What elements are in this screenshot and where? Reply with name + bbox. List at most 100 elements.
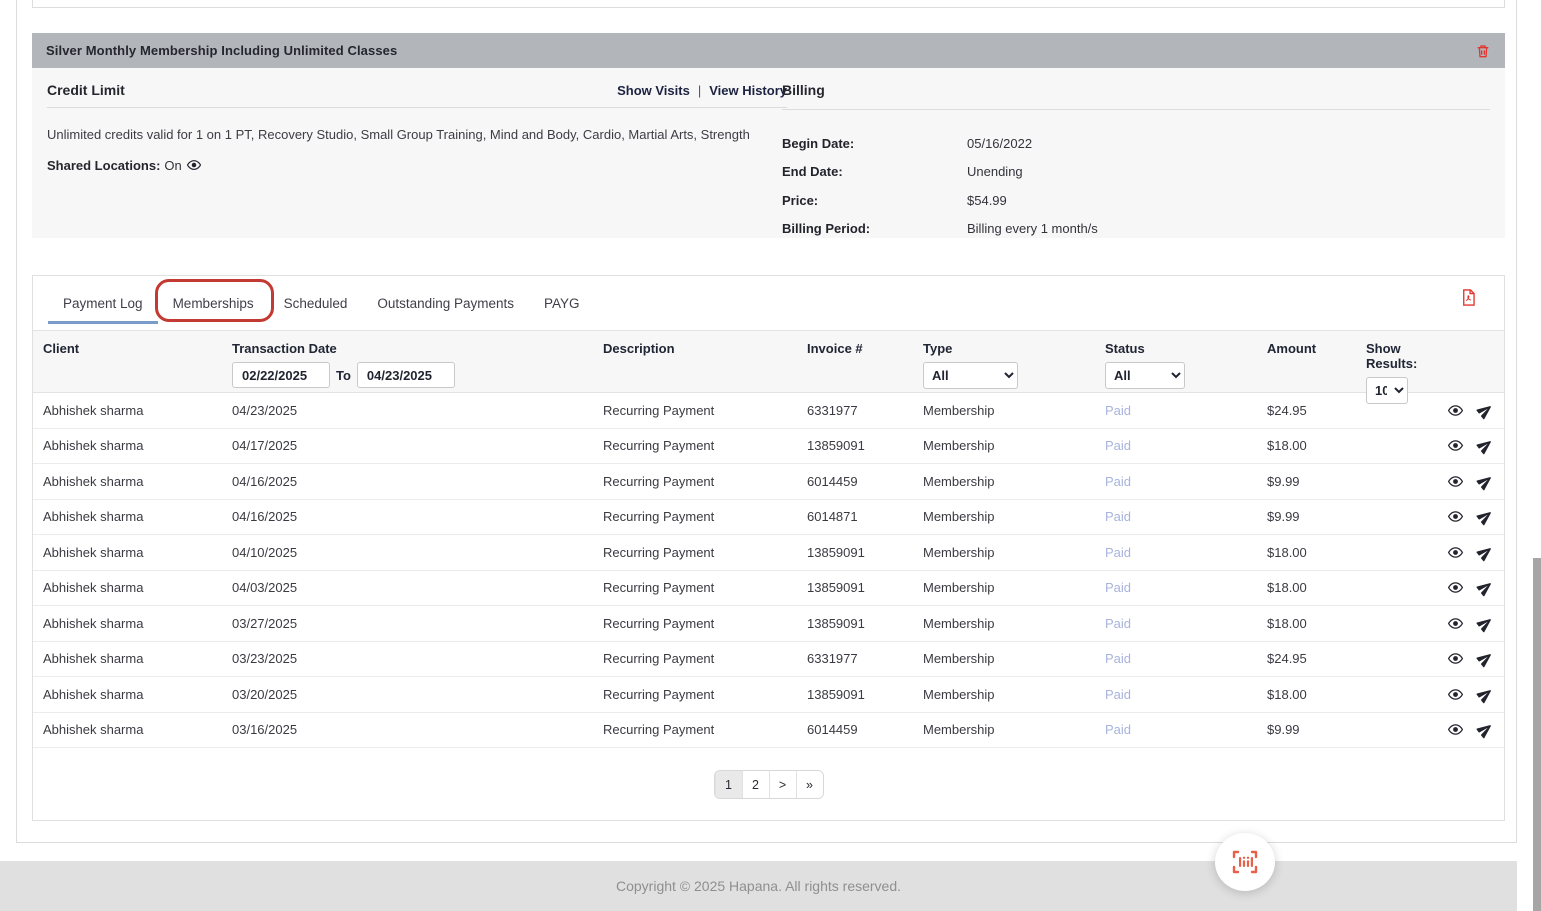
view-payment-eye-icon[interactable] xyxy=(1447,437,1464,454)
column-client: Client xyxy=(43,341,79,356)
view-payment-eye-icon[interactable] xyxy=(1447,650,1464,667)
cell-type: Membership xyxy=(923,438,1105,453)
credit-limit-divider xyxy=(47,107,787,108)
cell-client: Abhishek sharma xyxy=(43,651,232,666)
send-receipt-icon[interactable] xyxy=(1477,615,1494,632)
tab[interactable]: Memberships xyxy=(158,276,269,330)
cell-transaction-date: 04/17/2025 xyxy=(232,438,603,453)
table-row: Abhishek sharma 03/16/2025 Recurring Pay… xyxy=(33,713,1504,749)
cell-client: Abhishek sharma xyxy=(43,687,232,702)
cell-transaction-date: 04/16/2025 xyxy=(232,509,603,524)
table-row: Abhishek sharma 04/10/2025 Recurring Pay… xyxy=(33,535,1504,571)
column-invoice: Invoice # xyxy=(807,341,863,356)
cell-type: Membership xyxy=(923,722,1105,737)
view-payment-eye-icon[interactable] xyxy=(1447,544,1464,561)
cell-client: Abhishek sharma xyxy=(43,616,232,631)
shared-locations-eye-icon[interactable] xyxy=(186,157,202,173)
delete-membership-button[interactable] xyxy=(1475,43,1491,59)
cell-invoice: 13859091 xyxy=(807,545,923,560)
table-row: Abhishek sharma 03/27/2025 Recurring Pay… xyxy=(33,606,1504,642)
send-receipt-icon[interactable] xyxy=(1477,402,1494,419)
date-from-input[interactable] xyxy=(232,362,330,388)
cell-status: Paid xyxy=(1105,651,1267,666)
send-receipt-icon[interactable] xyxy=(1477,437,1494,454)
cell-description: Recurring Payment xyxy=(603,580,807,595)
billing-field-label: Price: xyxy=(782,193,967,208)
tab-label: Payment Log xyxy=(63,296,143,311)
cell-invoice: 6014459 xyxy=(807,474,923,489)
cell-status: Paid xyxy=(1105,438,1267,453)
column-status: Status xyxy=(1105,341,1145,356)
cell-client: Abhishek sharma xyxy=(43,438,232,453)
cell-type: Membership xyxy=(923,616,1105,631)
tab[interactable]: Outstanding Payments xyxy=(362,276,529,330)
billing-field-value: Billing every 1 month/s xyxy=(967,221,1098,236)
pagination-button[interactable]: » xyxy=(796,771,823,798)
column-transaction-date: Transaction Date xyxy=(232,341,337,356)
previous-card-edge xyxy=(32,0,1505,8)
cell-status: Paid xyxy=(1105,687,1267,702)
billing-field-value: 05/16/2022 xyxy=(967,136,1032,151)
vertical-scrollbar-thumb[interactable] xyxy=(1533,558,1541,911)
view-payment-eye-icon[interactable] xyxy=(1447,579,1464,596)
billing-heading: Billing xyxy=(782,82,825,98)
send-receipt-icon[interactable] xyxy=(1477,721,1494,738)
type-filter-select[interactable]: All xyxy=(923,362,1018,389)
cell-type: Membership xyxy=(923,651,1105,666)
cell-status: Paid xyxy=(1105,509,1267,524)
billing-field-row: Billing Period: Billing every 1 month/s xyxy=(782,215,1490,244)
cell-description: Recurring Payment xyxy=(603,438,807,453)
send-receipt-icon[interactable] xyxy=(1477,686,1494,703)
link-separator: | xyxy=(698,83,701,98)
send-receipt-icon[interactable] xyxy=(1477,650,1494,667)
show-visits-link[interactable]: Show Visits xyxy=(617,83,690,98)
pagination-button[interactable]: 1 xyxy=(715,771,742,798)
date-to-input[interactable] xyxy=(357,362,455,388)
cell-amount: $18.00 xyxy=(1267,545,1366,560)
send-receipt-icon[interactable] xyxy=(1477,579,1494,596)
page: Silver Monthly Membership Including Unli… xyxy=(0,0,1541,911)
membership-card-body: Credit Limit Show Visits|View History Un… xyxy=(32,68,1505,238)
status-filter-select[interactable]: All xyxy=(1105,362,1185,389)
cell-description: Recurring Payment xyxy=(603,509,807,524)
membership-card-header: Silver Monthly Membership Including Unli… xyxy=(32,33,1505,68)
billing-field-row: Begin Date: 05/16/2022 xyxy=(782,129,1490,158)
cell-invoice: 13859091 xyxy=(807,616,923,631)
send-receipt-icon[interactable] xyxy=(1477,508,1494,525)
view-payment-eye-icon[interactable] xyxy=(1447,473,1464,490)
cell-amount: $18.00 xyxy=(1267,616,1366,631)
view-history-link[interactable]: View History xyxy=(709,83,787,98)
pagination-button[interactable]: 2 xyxy=(742,771,769,798)
table-header-row: Client Transaction Date To Description I… xyxy=(33,331,1504,393)
view-payment-eye-icon[interactable] xyxy=(1447,721,1464,738)
column-amount: Amount xyxy=(1267,341,1316,356)
export-pdf-icon[interactable] xyxy=(1459,288,1478,307)
cell-transaction-date: 03/27/2025 xyxy=(232,616,603,631)
billing-field-label: End Date: xyxy=(782,164,967,179)
tab[interactable]: PAYG xyxy=(529,276,595,330)
cell-transaction-date: 03/23/2025 xyxy=(232,651,603,666)
tab-label: Outstanding Payments xyxy=(377,296,514,311)
billing-field-value: $54.99 xyxy=(967,193,1007,208)
view-payment-eye-icon[interactable] xyxy=(1447,615,1464,632)
tab[interactable]: Scheduled xyxy=(269,276,363,330)
show-results-select[interactable]: 10 xyxy=(1366,377,1408,404)
send-receipt-icon[interactable] xyxy=(1477,473,1494,490)
barcode-scan-fab[interactable] xyxy=(1215,833,1275,891)
send-receipt-icon[interactable] xyxy=(1477,544,1494,561)
cell-type: Membership xyxy=(923,580,1105,595)
column-description: Description xyxy=(603,341,675,356)
cell-status: Paid xyxy=(1105,474,1267,489)
cell-invoice: 13859091 xyxy=(807,438,923,453)
barcode-scanner-icon xyxy=(1230,849,1260,875)
cell-invoice: 6331977 xyxy=(807,651,923,666)
view-payment-eye-icon[interactable] xyxy=(1447,402,1464,419)
pagination-button[interactable]: > xyxy=(769,771,796,798)
tab-label: PAYG xyxy=(544,296,580,311)
tab[interactable]: Payment Log xyxy=(48,276,158,330)
cell-description: Recurring Payment xyxy=(603,722,807,737)
view-payment-eye-icon[interactable] xyxy=(1447,686,1464,703)
cell-transaction-date: 04/03/2025 xyxy=(232,580,603,595)
view-payment-eye-icon[interactable] xyxy=(1447,508,1464,525)
cell-transaction-date: 03/20/2025 xyxy=(232,687,603,702)
